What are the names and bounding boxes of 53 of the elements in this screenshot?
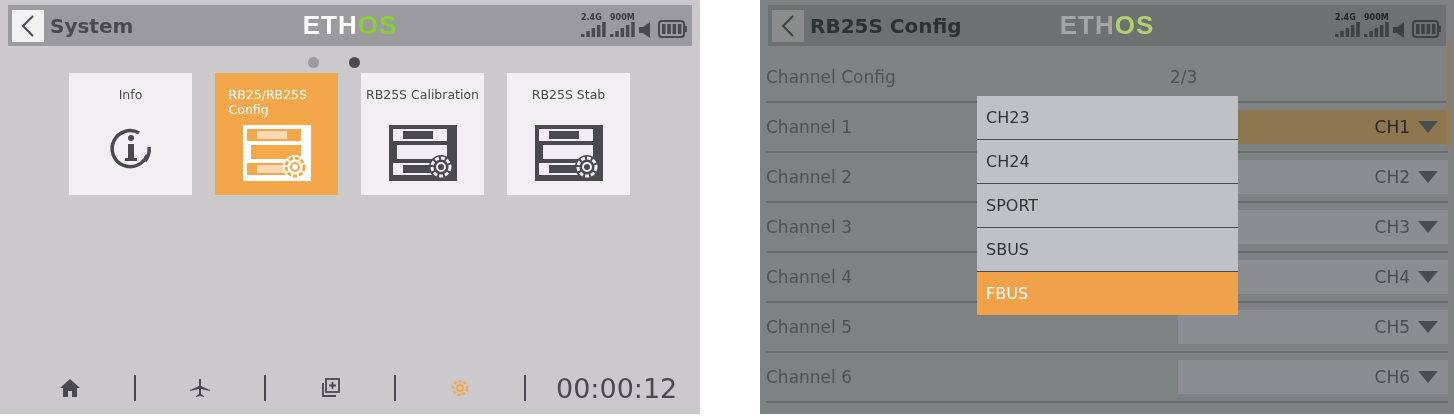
receiver-settings-icon	[534, 125, 603, 181]
receiver-settings-icon	[242, 125, 311, 181]
tile-label: RB25S Calibration	[365, 87, 480, 104]
battery-icon	[1412, 20, 1442, 38]
menu-tile[interactable]: RB25S Stab	[507, 73, 630, 195]
dropdown-option[interactable]: CH23	[977, 96, 1238, 139]
signal-label: 900M	[1364, 13, 1389, 22]
signal-icon	[610, 22, 636, 38]
add-screen-icon	[320, 378, 340, 398]
settings-icon	[450, 378, 470, 398]
home-icon	[59, 378, 81, 398]
dropdown-option[interactable]: SBUS	[977, 227, 1238, 271]
nav-button[interactable]	[188, 376, 212, 400]
back-button[interactable]	[12, 9, 44, 42]
menu-tile[interactable]: Info	[69, 73, 192, 195]
nav-button[interactable]	[58, 376, 82, 400]
back-button[interactable]	[772, 9, 804, 42]
battery-icon	[658, 20, 688, 38]
airplane-icon	[189, 378, 211, 398]
signal-label: 900M	[610, 13, 635, 22]
back-icon	[21, 14, 35, 37]
caret-icon	[1418, 371, 1438, 383]
menu-tile[interactable]: RB25/RB25S Config	[215, 73, 338, 195]
caret-icon	[1418, 121, 1438, 133]
speaker-icon	[639, 22, 651, 38]
signal-icon	[581, 22, 607, 38]
logo: ETHOS	[302, 10, 398, 41]
caret-icon	[1418, 271, 1438, 283]
timer: 00:00:12	[556, 372, 678, 404]
page-dot[interactable]	[308, 57, 319, 68]
signal-icon	[1364, 22, 1390, 38]
signal-label: 2.4G	[1335, 13, 1356, 22]
tile-label: Info	[118, 87, 143, 104]
channel-dropdown[interactable]: CH6	[1178, 360, 1448, 394]
signal-icon	[1335, 22, 1361, 38]
dropdown-option[interactable]: CH24	[977, 139, 1238, 183]
back-icon	[781, 14, 795, 37]
menu-tile[interactable]: RB25S Calibration	[361, 73, 484, 195]
dropdown-option[interactable]: FBUS	[977, 271, 1238, 315]
dropdown-option[interactable]: SPORT	[977, 183, 1238, 227]
page-dot[interactable]	[349, 57, 360, 68]
caret-icon	[1418, 321, 1438, 333]
screen-title: RB25S Config	[810, 13, 962, 38]
tile-label: RB25/RB25S Config	[228, 87, 308, 119]
signal-label: 2.4G	[581, 13, 602, 22]
caret-icon	[1418, 171, 1438, 183]
channel-dropdown[interactable]: CH5	[1178, 310, 1448, 344]
speaker-icon	[1393, 22, 1405, 38]
tile-label: RB25S Stab	[531, 87, 606, 104]
receiver-settings-icon	[388, 125, 457, 181]
caret-icon	[1418, 221, 1438, 233]
scrollbar[interactable]	[1447, 40, 1450, 150]
screen-title: System	[50, 13, 134, 38]
